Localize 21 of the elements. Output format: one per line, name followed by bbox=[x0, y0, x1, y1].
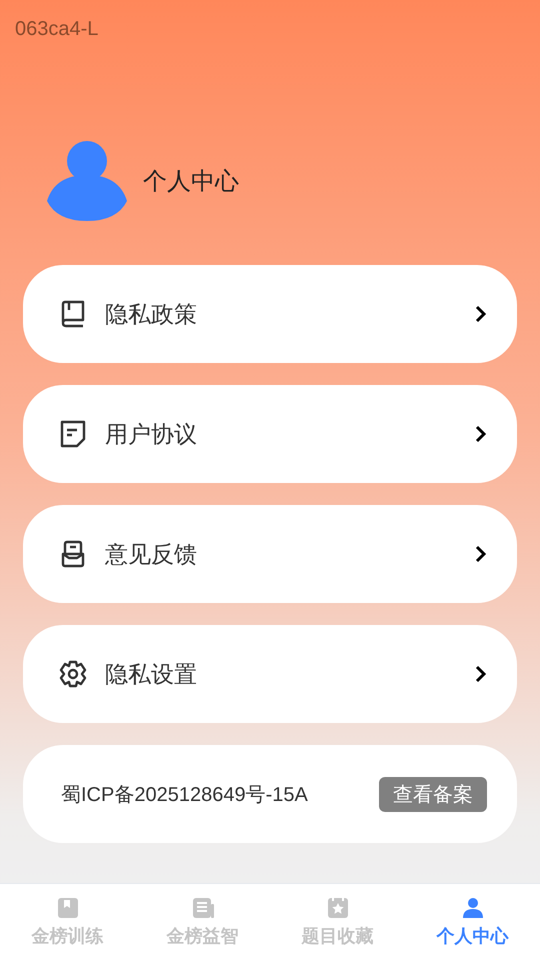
document-icon bbox=[59, 420, 87, 448]
tab[interactable]: 个人中心 bbox=[405, 884, 540, 960]
menu-item[interactable]: 隐私政策 bbox=[23, 265, 517, 363]
book-icon bbox=[59, 300, 87, 328]
newspaper-icon bbox=[190, 896, 214, 920]
person-icon bbox=[460, 896, 484, 920]
chevron-icon bbox=[475, 545, 487, 563]
chevron-icon bbox=[475, 305, 487, 323]
avatar-icon bbox=[47, 141, 127, 221]
settings-icon bbox=[59, 660, 87, 688]
menu-item[interactable]: 意见反馈 bbox=[23, 505, 517, 603]
menu-item[interactable]: 隐私设置 bbox=[23, 625, 517, 723]
profile-title: 个人中心 bbox=[143, 166, 239, 197]
build-tag: 063ca4-L bbox=[15, 18, 98, 41]
icp-number: 蜀ICP备2025128649号-15A bbox=[61, 782, 309, 808]
bookmark-icon bbox=[56, 896, 80, 920]
menu-item[interactable]: 用户协议 bbox=[23, 385, 517, 483]
chevron-icon bbox=[475, 665, 487, 683]
chevron-icon bbox=[475, 425, 487, 443]
inbox-icon bbox=[59, 540, 87, 568]
view-record-button[interactable]: 查看备案 bbox=[379, 776, 487, 812]
